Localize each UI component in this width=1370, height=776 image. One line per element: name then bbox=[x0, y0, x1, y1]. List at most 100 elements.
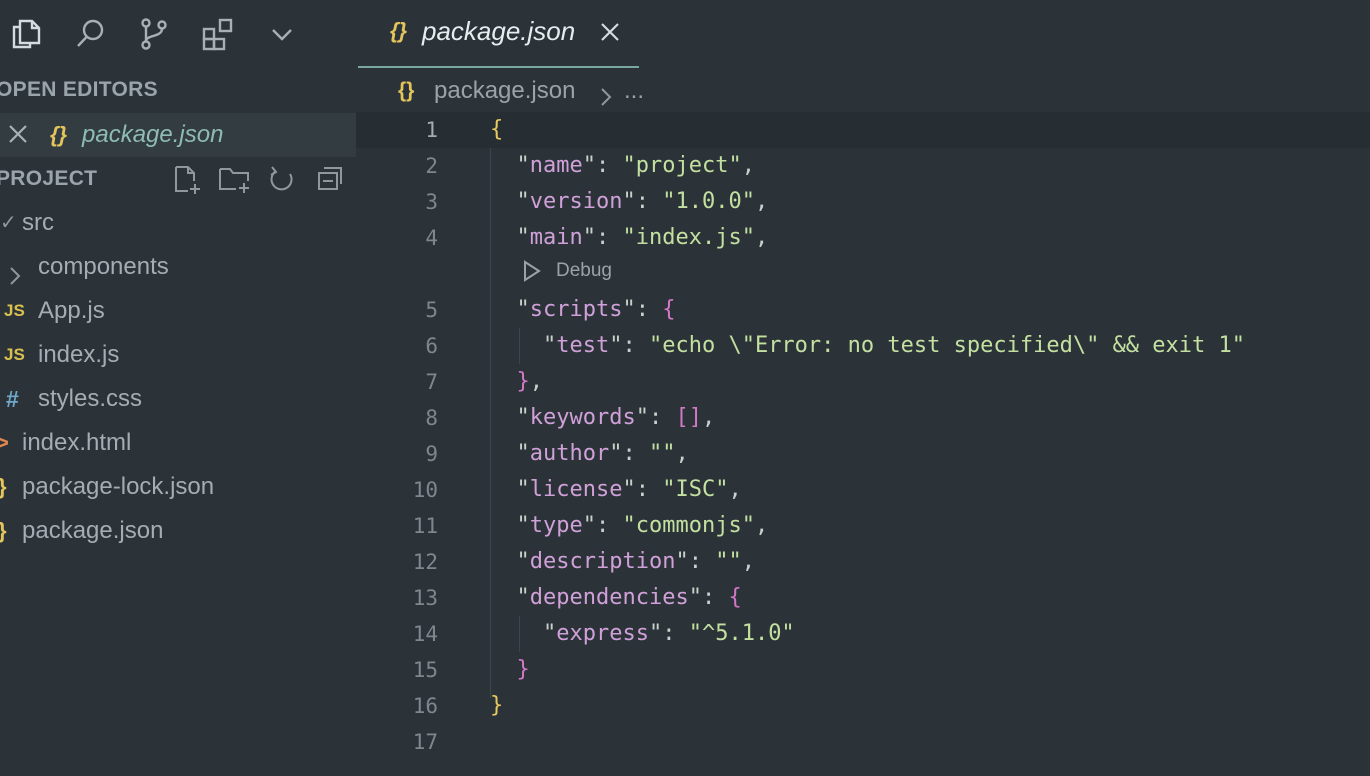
json-file-icon: } bbox=[0, 465, 7, 509]
tree-item-index-html[interactable]: > index.html bbox=[0, 421, 356, 465]
line-number: 2 bbox=[425, 154, 438, 178]
code-line[interactable]: 3 "version": "1.0.0", bbox=[356, 184, 1370, 220]
code-line[interactable]: 13 "dependencies": { bbox=[356, 580, 1370, 616]
code-line[interactable]: 5 "scripts": { bbox=[356, 292, 1370, 328]
tree-item-app-js[interactable]: JS App.js bbox=[0, 289, 356, 333]
chevron-down-icon: ✓ bbox=[0, 212, 17, 234]
code-editor[interactable]: Debug 1{2 "name": "project", 3 "version":… bbox=[356, 112, 1370, 776]
tree-item-label: index.html bbox=[22, 429, 132, 456]
explorer-icon[interactable] bbox=[6, 14, 46, 54]
line-text: "name": "project", bbox=[516, 153, 755, 178]
tree-item-label: App.js bbox=[38, 297, 105, 324]
tree-item-label: components bbox=[38, 253, 169, 280]
line-number: 12 bbox=[412, 550, 438, 574]
line-text: "express": "^5.1.0" bbox=[543, 621, 795, 646]
html-file-icon: > bbox=[0, 430, 9, 455]
line-text: } bbox=[490, 693, 504, 718]
js-file-icon: JS bbox=[4, 301, 25, 320]
line-text: "main": "index.js", bbox=[516, 225, 769, 250]
tree-item-styles-css[interactable]: # styles.css bbox=[0, 377, 356, 421]
open-editors-title: OPEN EDITORS bbox=[0, 78, 158, 101]
line-number: 1 bbox=[425, 118, 438, 142]
tree-item-package-json[interactable]: } package.json bbox=[0, 509, 356, 553]
code-line[interactable]: 8 "keywords": [], bbox=[356, 400, 1370, 436]
close-icon[interactable] bbox=[6, 121, 30, 152]
tab-bar: {} package.json bbox=[356, 0, 1370, 68]
line-number: 7 bbox=[425, 370, 438, 394]
open-editor-item[interactable]: {} package.json bbox=[0, 113, 356, 157]
tree-item-label: src bbox=[22, 209, 54, 236]
json-file-icon: {} bbox=[390, 18, 408, 43]
line-text: { bbox=[490, 117, 504, 142]
line-number: 9 bbox=[425, 442, 438, 466]
tree-item-label: index.js bbox=[38, 341, 120, 368]
extensions-icon[interactable] bbox=[198, 14, 238, 54]
project-title: PROJECT bbox=[0, 167, 98, 190]
line-number: 11 bbox=[412, 514, 438, 538]
line-number: 16 bbox=[412, 694, 438, 718]
code-line[interactable]: 10 "license": "ISC", bbox=[356, 472, 1370, 508]
open-editor-filename: package.json bbox=[82, 121, 224, 148]
tree-item-components[interactable]: components bbox=[0, 245, 356, 289]
open-editors-header[interactable]: OPEN EDITORS bbox=[0, 68, 356, 112]
breadcrumb-file[interactable]: package.json bbox=[434, 70, 575, 112]
code-line[interactable]: 17 bbox=[356, 724, 1370, 760]
project-header[interactable]: PROJECT bbox=[0, 157, 356, 201]
search-icon[interactable] bbox=[70, 14, 110, 54]
play-icon bbox=[524, 260, 541, 282]
tree-item-label: package.json bbox=[22, 517, 164, 544]
chevron-down-icon[interactable] bbox=[262, 14, 302, 54]
line-number: 3 bbox=[425, 190, 438, 214]
breadcrumb: {} package.json ... bbox=[356, 70, 1370, 112]
code-line[interactable]: 7 }, bbox=[356, 364, 1370, 400]
code-line[interactable]: 4 "main": "index.js", bbox=[356, 220, 1370, 256]
code-line[interactable]: 16} bbox=[356, 688, 1370, 724]
codelens-label: Debug bbox=[556, 260, 612, 281]
line-number: 6 bbox=[425, 334, 438, 358]
line-text: "keywords": [], bbox=[516, 405, 716, 430]
tab-package-json[interactable]: {} package.json bbox=[358, 0, 639, 68]
json-file-icon: {} bbox=[50, 122, 68, 147]
code-line[interactable]: 2 "name": "project", bbox=[356, 148, 1370, 184]
code-line[interactable]: 14 "express": "^5.1.0" bbox=[356, 616, 1370, 652]
css-file-icon: # bbox=[6, 386, 19, 412]
tree-item-label: styles.css bbox=[38, 385, 143, 412]
code-line[interactable]: 12 "description": "", bbox=[356, 544, 1370, 580]
line-text: "type": "commonjs", bbox=[516, 513, 769, 538]
breadcrumb-more[interactable]: ... bbox=[624, 70, 644, 112]
activity-bar bbox=[0, 0, 356, 68]
code-line[interactable]: 6 "test": "echo \"Error: no test specifi… bbox=[356, 328, 1370, 364]
tree-item-label: package-lock.json bbox=[22, 473, 215, 500]
line-text: } bbox=[516, 657, 530, 682]
line-text: "scripts": { bbox=[516, 297, 676, 322]
line-text: "version": "1.0.0", bbox=[516, 189, 769, 214]
line-number: 10 bbox=[412, 478, 438, 502]
code-line[interactable]: 15 } bbox=[356, 652, 1370, 688]
editor-area: {} package.json {} package.json ... Debu… bbox=[356, 0, 1370, 776]
line-number: 8 bbox=[425, 406, 438, 430]
line-number: 14 bbox=[412, 622, 438, 646]
line-number: 13 bbox=[412, 586, 438, 610]
json-file-icon: {} bbox=[398, 79, 415, 102]
code-line[interactable]: 9 "author": "", bbox=[356, 436, 1370, 472]
json-file-icon: } bbox=[0, 509, 7, 553]
line-text: }, bbox=[516, 369, 544, 394]
code-line[interactable]: 1{ bbox=[356, 112, 1370, 148]
line-text: "dependencies": { bbox=[516, 585, 742, 610]
source-control-icon[interactable] bbox=[134, 14, 174, 54]
line-number: 15 bbox=[412, 658, 438, 682]
tree-item-src[interactable]: ✓ src bbox=[0, 201, 356, 245]
line-number: 17 bbox=[412, 730, 438, 754]
line-text: "author": "", bbox=[516, 441, 689, 466]
line-text: "test": "echo \"Error: no test specified… bbox=[543, 333, 1246, 358]
tab-label: package.json bbox=[422, 16, 576, 46]
line-number: 4 bbox=[425, 226, 438, 250]
tree-item-index-js[interactable]: JS index.js bbox=[0, 333, 356, 377]
line-text: "description": "", bbox=[516, 549, 755, 574]
close-icon[interactable] bbox=[598, 20, 622, 51]
js-file-icon: JS bbox=[4, 345, 25, 364]
code-line[interactable]: 11 "type": "commonjs", bbox=[356, 508, 1370, 544]
line-text: "license": "ISC", bbox=[516, 477, 742, 502]
tree-item-package-lock-json[interactable]: } package-lock.json bbox=[0, 465, 356, 509]
line-number: 5 bbox=[425, 298, 438, 322]
